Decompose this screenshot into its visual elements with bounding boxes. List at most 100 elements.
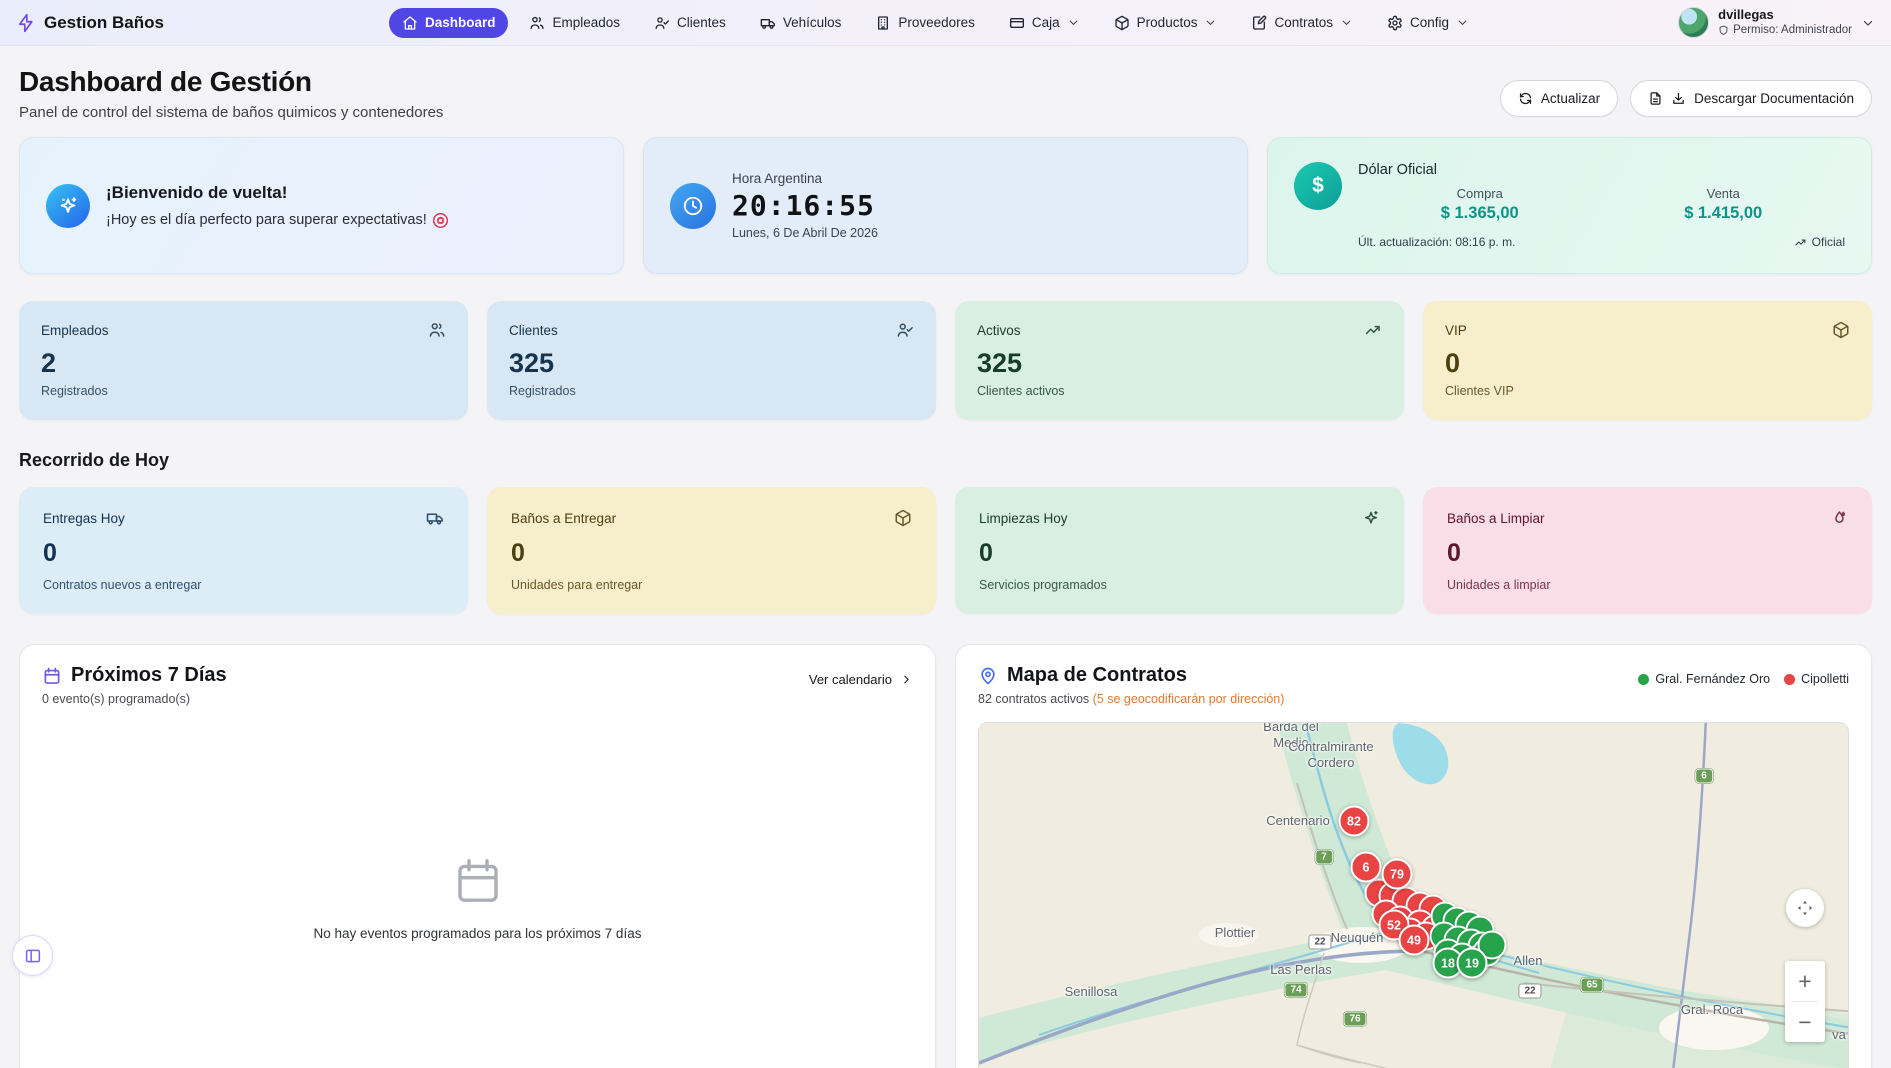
road-badge: 22 <box>1308 935 1331 950</box>
page-title: Dashboard de Gestión <box>19 66 443 98</box>
map-place-label: va <box>1832 1027 1846 1043</box>
chevron-down-icon <box>1456 16 1469 29</box>
nav-contratos[interactable]: Contratos <box>1238 8 1366 38</box>
map-canvas[interactable]: Barda del MedioContralmirante CorderoCen… <box>978 722 1849 1068</box>
clock-title: Hora Argentina <box>732 171 878 186</box>
nav-label: Config <box>1410 15 1449 30</box>
nav-label: Productos <box>1137 15 1198 30</box>
user-check-icon <box>654 15 670 31</box>
chevron-down-icon <box>1204 16 1217 29</box>
brand-name: Gestion Baños <box>44 13 164 33</box>
road-badge: 7 <box>1315 850 1333 865</box>
download-icon <box>1671 91 1686 106</box>
dollar-title: Dólar Oficial <box>1358 162 1845 178</box>
stat-sublabel: Registrados <box>41 384 446 398</box>
stat-label: Activos <box>977 323 1021 338</box>
users-icon <box>529 15 545 31</box>
today-section-title: Recorrido de Hoy <box>19 450 1872 471</box>
card-label: Baños a Limpiar <box>1447 511 1545 526</box>
truck-icon <box>426 509 444 527</box>
welcome-title: ¡Bienvenido de vuelta! <box>106 183 448 203</box>
upcoming-panel: Próximos 7 Días 0 evento(s) programado(s… <box>19 644 936 1068</box>
map-pan-button[interactable] <box>1786 889 1824 927</box>
map-marker[interactable]: 19 <box>1457 948 1488 979</box>
chevron-down-icon <box>1067 16 1080 29</box>
nav-label: Clientes <box>677 15 726 30</box>
shield-icon <box>1718 25 1729 36</box>
nav-config[interactable]: Config <box>1374 8 1482 38</box>
sidebar-toggle-button[interactable] <box>12 935 53 976</box>
clock-date: Lunes, 6 De Abril De 2026 <box>732 226 878 240</box>
map-place-label: Contralmirante Cordero <box>1288 739 1373 772</box>
nav-dashboard[interactable]: Dashboard <box>389 8 509 38</box>
user-menu[interactable]: dvillegas Permiso: Administrador <box>1645 7 1875 38</box>
clock-icon <box>670 183 716 229</box>
stat-vip: VIP 0 Clientes VIP <box>1423 301 1872 420</box>
zoom-in-button[interactable]: + <box>1785 961 1825 1001</box>
dollar-icon: $ <box>1294 162 1342 210</box>
nav-label: Contratos <box>1274 15 1333 30</box>
zap-icon <box>16 13 36 33</box>
stat-value: 325 <box>977 348 1382 379</box>
card-value: 0 <box>979 539 1380 568</box>
nav-empleados[interactable]: Empleados <box>516 8 633 38</box>
chevron-down-icon <box>1340 16 1353 29</box>
sell-label: Venta <box>1602 186 1846 201</box>
calendar-icon <box>42 666 62 686</box>
map-marker[interactable]: 82 <box>1339 806 1370 837</box>
zoom-out-button[interactable]: − <box>1785 1002 1825 1042</box>
map-marker[interactable]: 6 <box>1351 852 1382 883</box>
card-value: 0 <box>43 539 444 568</box>
view-calendar-label: Ver calendario <box>809 672 892 687</box>
stat-value: 2 <box>41 348 446 379</box>
pan-arrows-icon <box>1795 898 1815 918</box>
nav-label: Dashboard <box>425 15 496 30</box>
road-badge: 65 <box>1580 978 1603 993</box>
nav-clientes[interactable]: Clientes <box>641 8 739 38</box>
refresh-label: Actualizar <box>1541 91 1600 106</box>
nav-label: Caja <box>1032 15 1060 30</box>
view-calendar-link[interactable]: Ver calendario <box>809 672 913 687</box>
stat-sublabel: Registrados <box>509 384 914 398</box>
card-sublabel: Servicios programados <box>979 578 1380 592</box>
chevron-down-icon <box>1861 16 1875 30</box>
download-docs-button[interactable]: Descargar Documentación <box>1630 80 1872 117</box>
card-banos-a-limpiar: Baños a Limpiar 0 Unidades a limpiar <box>1423 487 1872 614</box>
download-label: Descargar Documentación <box>1694 91 1854 106</box>
map-place-label: Neuquén <box>1331 930 1384 946</box>
dollar-updated: Últ. actualización: 08:16 p. m. <box>1358 235 1515 249</box>
avatar <box>1678 7 1709 38</box>
card-label: Baños a Entregar <box>511 511 616 526</box>
trending-up-icon <box>1364 321 1382 339</box>
clock-time: 20:16:55 <box>732 189 878 222</box>
stat-clientes: Clientes 325 Registrados <box>487 301 936 420</box>
trending-up-icon <box>1794 236 1807 249</box>
nav-proveedores[interactable]: Proveedores <box>862 8 988 38</box>
map-place-label: Gral. Roca <box>1681 1002 1743 1018</box>
file-pen-icon <box>1251 15 1267 31</box>
map-marker[interactable]: 49 <box>1399 925 1430 956</box>
card-value: 0 <box>1447 539 1848 568</box>
refresh-button[interactable]: Actualizar <box>1500 80 1618 117</box>
user-permission: Permiso: Administrador <box>1733 23 1852 37</box>
stat-sublabel: Clientes activos <box>977 384 1382 398</box>
dollar-card: $ Dólar Oficial Compra $ 1.365,00 Venta … <box>1267 137 1872 274</box>
legend-dot-green <box>1638 674 1649 685</box>
calendar-empty-state: No hay eventos programados para los próx… <box>42 854 913 941</box>
stat-activos: Activos 325 Clientes activos <box>955 301 1404 420</box>
calendar-empty-icon <box>451 854 505 908</box>
legend-label: Gral. Fernández Oro <box>1655 672 1770 686</box>
nav-vehiculos[interactable]: Vehículos <box>747 8 855 38</box>
map-subtitle: 82 contratos activos <box>978 692 1089 706</box>
target-emoji <box>433 213 448 228</box>
nav-caja[interactable]: Caja <box>996 8 1093 38</box>
map-marker[interactable]: 79 <box>1382 859 1413 890</box>
package-icon <box>1832 321 1850 339</box>
card-sublabel: Unidades para entregar <box>511 578 912 592</box>
sparkles-icon <box>1362 509 1380 527</box>
nav-productos[interactable]: Productos <box>1101 8 1231 38</box>
package-icon <box>1114 15 1130 31</box>
stat-value: 325 <box>509 348 914 379</box>
map-place-label: Las Perlas <box>1270 962 1331 978</box>
card-label: Entregas Hoy <box>43 511 125 526</box>
